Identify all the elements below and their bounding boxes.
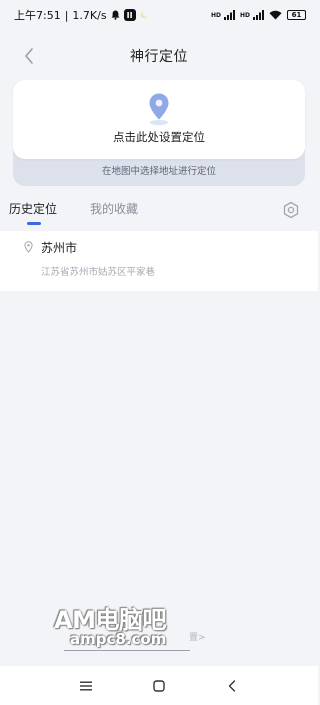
location-pin-icon (24, 241, 33, 253)
status-speed: 1.7K/s (72, 8, 107, 22)
back-button[interactable] (16, 43, 42, 69)
status-right: HD HD 61 (211, 10, 306, 20)
history-item[interactable]: 苏州市 江苏省苏州市姑苏区平家巷 (0, 231, 318, 291)
system-nav-bar (0, 666, 318, 705)
tab-favorites[interactable]: 我的收藏 (90, 200, 138, 217)
nav-back-button[interactable] (219, 673, 245, 699)
watermark-underline (64, 650, 190, 651)
set-location-button[interactable]: 点击此处设置定位 (13, 80, 305, 159)
location-page: 上午7:51 | 1.7K/s II HD HD 61 神行定位 点击此处设置定… (0, 0, 318, 705)
hd-label-2: HD (239, 12, 250, 19)
home-square-icon (153, 679, 165, 692)
tab-bar: 历史定位 我的收藏 (0, 196, 318, 230)
watermark-sub: ampc8.com (70, 630, 167, 648)
settings-gear-icon[interactable] (282, 201, 300, 219)
menu-icon (80, 681, 93, 690)
nav-menu-button[interactable] (73, 673, 99, 699)
status-time: 上午7:51 (14, 9, 61, 22)
signal-icon-2 (253, 10, 264, 20)
wifi-icon (269, 10, 282, 20)
history-item-city: 苏州市 (41, 241, 78, 255)
status-divider: | (64, 8, 69, 22)
set-location-label: 点击此处设置定位 (113, 130, 205, 144)
location-card: 点击此处设置定位 在地图中选择地址进行定位 (13, 80, 305, 186)
signal-icon-1 (223, 10, 235, 20)
location-pin-icon (149, 93, 169, 126)
status-bar: 上午7:51 | 1.7K/s II HD HD 61 (0, 0, 318, 30)
history-item-address: 江苏省苏州市姑苏区平家巷 (41, 267, 156, 278)
header: 神行定位 (0, 38, 318, 74)
app-badge-icon: II (123, 9, 136, 21)
tab-history[interactable]: 历史定位 (9, 200, 57, 217)
history-list: 苏州市 江苏省苏州市姑苏区平家巷 (0, 231, 318, 291)
watermark: AM电脑吧 ampc8.com 置> (54, 600, 206, 656)
nav-home-button[interactable] (146, 673, 172, 699)
page-title: 神行定位 (130, 49, 188, 65)
map-select-link[interactable]: 在地图中选择地址进行定位 (13, 163, 305, 177)
back-icon (228, 679, 235, 692)
tab-active-indicator (27, 222, 41, 225)
chevron-left-icon (25, 48, 33, 64)
status-left: 上午7:51 | 1.7K/s II (14, 7, 148, 23)
notification-bell-icon (111, 10, 119, 20)
hd-label-1: HD (210, 12, 221, 19)
moon-icon (140, 11, 148, 19)
watermark-faint-text: 置> (189, 633, 206, 643)
battery-icon: 61 (287, 10, 306, 20)
